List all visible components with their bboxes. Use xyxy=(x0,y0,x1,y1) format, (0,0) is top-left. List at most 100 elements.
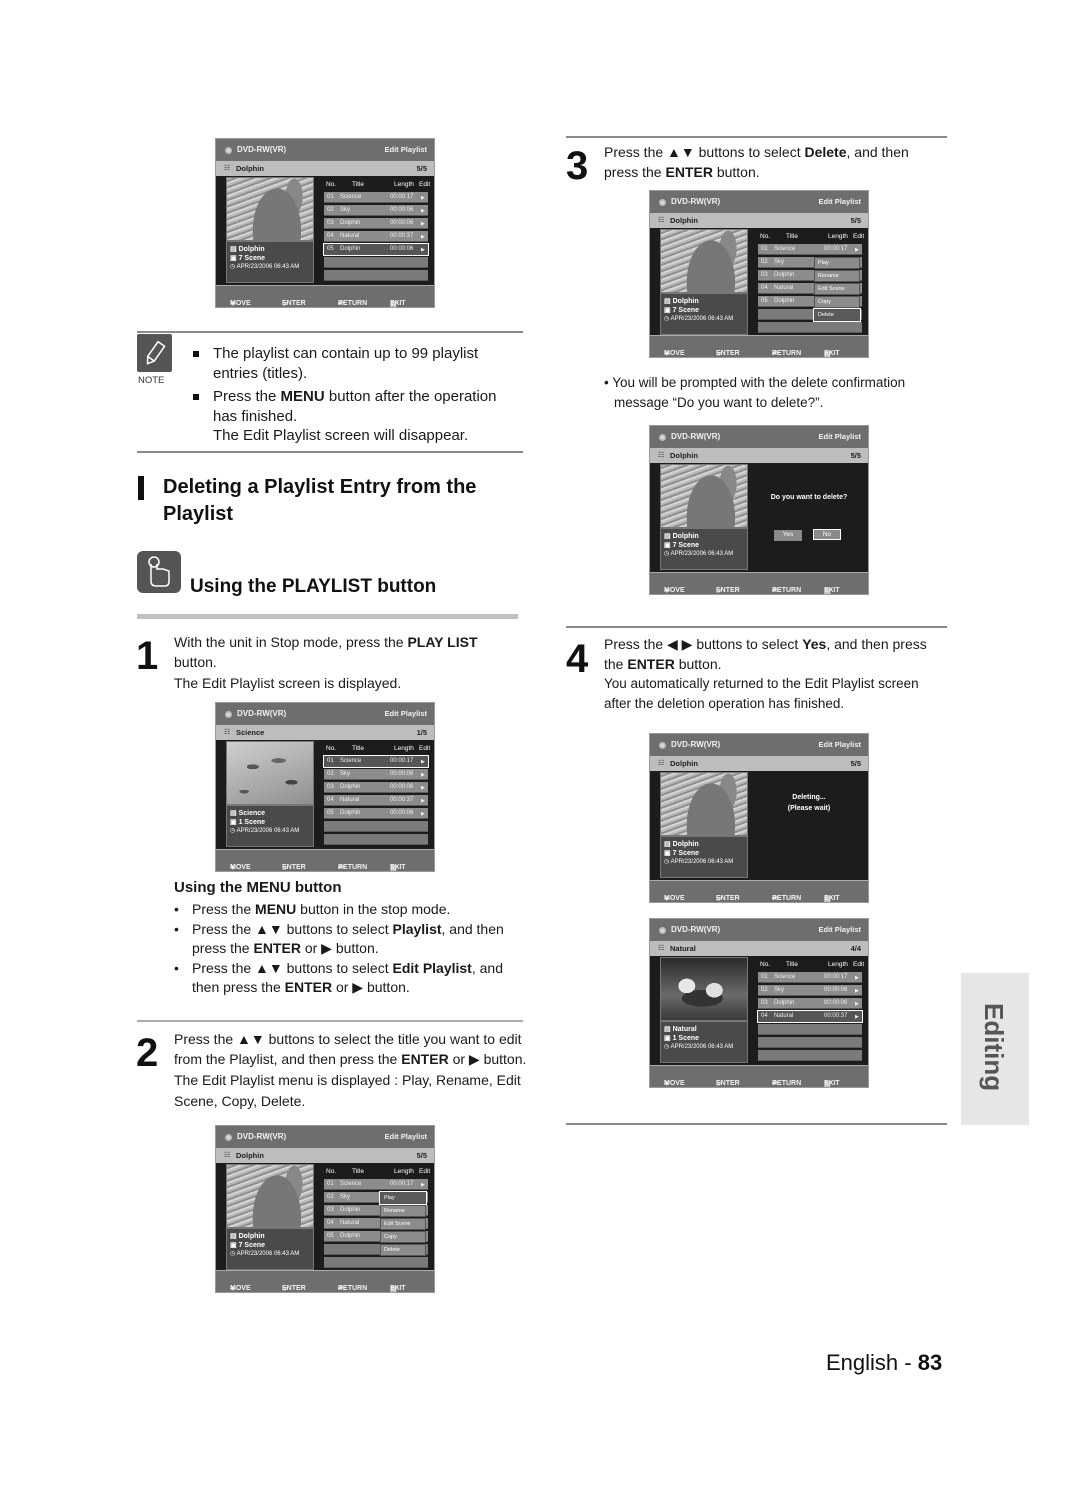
title-thumbnail xyxy=(226,177,314,241)
popup-item[interactable]: Copy xyxy=(380,1231,426,1243)
row-title: Sky xyxy=(340,771,351,777)
table-row[interactable]: 04 Natural 00:00:37 ▶ xyxy=(324,231,428,242)
text: after the deletion operation has finishe… xyxy=(604,695,845,711)
table-row[interactable]: 03 Dolphin 00:00:06 ▶ xyxy=(324,218,428,229)
table-row[interactable]: 01 Science 00:00:17 ▶ xyxy=(324,1179,428,1190)
section-title-bar xyxy=(138,476,144,500)
edit-arrow-icon[interactable]: ▶ xyxy=(421,759,425,765)
table-row[interactable]: 01 Science 00:00:17 ▶ xyxy=(758,244,862,255)
row-no: 01 xyxy=(327,194,334,200)
edit-playlist-screen-step3: DVD-RW(VR) Edit Playlist ☷ Dolphin 5/5 ▤ Dolp… xyxy=(649,190,869,358)
title-count: 5/5 xyxy=(850,216,861,225)
hand-button-icon-box xyxy=(137,551,181,593)
edit-arrow-icon[interactable]: ▶ xyxy=(421,798,425,804)
edit-arrow-icon[interactable]: ▶ xyxy=(855,1014,859,1020)
edit-arrow-icon[interactable]: ▶ xyxy=(421,234,425,240)
row-no: 02 xyxy=(761,987,768,993)
playlist-icon: ☷ xyxy=(224,1152,231,1159)
edit-arrow-icon[interactable]: ▶ xyxy=(421,811,425,817)
edit-arrow-icon[interactable]: ▶ xyxy=(855,1001,859,1007)
table-row[interactable]: 01 Science 00:00:17 ▶ xyxy=(758,972,862,983)
edit-arrow-icon[interactable]: ▶ xyxy=(421,221,425,227)
clock-icon: ◷ xyxy=(664,859,670,865)
row-no: 04 xyxy=(327,797,334,803)
popup-item[interactable]: Rename xyxy=(814,270,860,282)
thumbnail-image xyxy=(227,1165,313,1227)
table-row[interactable]: 03 Dolphin 00:00:06 ▶ xyxy=(324,782,428,793)
col-length: Length xyxy=(828,961,848,968)
edit-arrow-icon[interactable]: ▶ xyxy=(855,247,859,253)
table-row[interactable]: 01 Science 00:00:17 ▶ xyxy=(324,192,428,203)
no-button[interactable]: No xyxy=(813,529,841,540)
table-row[interactable]: 02 Sky 00:00:06 ▶ xyxy=(324,769,428,780)
table-row[interactable]: 04 Natural 00:00:37 ▶ xyxy=(324,795,428,806)
divider xyxy=(566,136,947,138)
text: EXIT xyxy=(390,864,406,871)
edit-arrow-icon[interactable]: ▶ xyxy=(855,975,859,981)
row-no: 01 xyxy=(761,246,768,252)
edit-arrow-icon[interactable]: ▶ xyxy=(421,1182,425,1188)
confirm-message: Do you want to delete? xyxy=(770,494,848,501)
row-no: 03 xyxy=(327,784,334,790)
popup-item[interactable]: Delete xyxy=(380,1244,426,1256)
text: MOVE xyxy=(664,1080,685,1087)
table-row[interactable]: 01 Science 00:00:17 ▶ xyxy=(323,755,429,768)
yes-button[interactable]: Yes xyxy=(774,530,802,541)
table-row[interactable]: 02 Sky 00:00:06 ▶ xyxy=(324,205,428,216)
edit-arrow-icon[interactable]: ▶ xyxy=(855,988,859,994)
row-length: 00:00:06 xyxy=(824,1000,848,1006)
text: button in the stop mode. xyxy=(296,901,451,917)
row-title: Sky xyxy=(340,1194,351,1200)
table-row[interactable]: 05 Dolphin 00:00:06 ▶ xyxy=(323,243,429,256)
text: Press the ▲▼ buttons to select xyxy=(604,144,805,160)
popup-item[interactable]: Edit Scene xyxy=(380,1218,426,1230)
col-length: Length xyxy=(394,745,414,752)
row-title: Dolphin xyxy=(340,1233,361,1239)
popup-item[interactable]: Rename xyxy=(380,1205,426,1217)
text: You automatically returned to the Edit P… xyxy=(604,676,919,691)
edit-arrow-icon[interactable]: ▶ xyxy=(421,208,425,214)
edit-arrow-icon[interactable]: ▶ xyxy=(421,195,425,201)
table-row[interactable]: 03 Dolphin 00:00:06 ▶ xyxy=(758,998,862,1009)
screen-mode: Edit Playlist xyxy=(818,432,861,441)
text-bold: Delete xyxy=(804,144,847,160)
info-scene: 7 Scene xyxy=(672,850,700,857)
table-row[interactable]: 04 Natural 00:00:37 ▶ xyxy=(757,1010,863,1023)
text: from the Playlist, and then press the xyxy=(174,1050,402,1067)
text: press the xyxy=(192,940,254,956)
row-title: Dolphin xyxy=(340,784,361,790)
text-bold: ENTER xyxy=(401,1050,449,1067)
disc-type: DVD-RW(VR) xyxy=(237,145,287,154)
popup-item[interactable]: Edit Scene xyxy=(814,283,860,295)
row-no: 03 xyxy=(761,1000,768,1006)
table-row[interactable]: 02 Sky 00:00:06 ▶ xyxy=(758,985,862,996)
popup-item[interactable]: Delete xyxy=(813,308,861,322)
row-title: Sky xyxy=(774,987,785,993)
title-info: ▤ Science ▣ 1 Scene ◷ APR/23/2006 06:43 AM xyxy=(226,805,314,847)
row-title: Natural xyxy=(774,1013,794,1019)
disc-icon xyxy=(659,742,666,749)
row-length: 00:00:06 xyxy=(390,207,414,213)
text: button. xyxy=(174,653,217,670)
popup-item[interactable]: Play xyxy=(379,1191,427,1205)
edit-arrow-icon[interactable]: ▶ xyxy=(421,247,425,253)
edit-arrow-icon[interactable]: ▶ xyxy=(421,772,425,778)
row-no: 01 xyxy=(327,758,334,764)
text: , and then press xyxy=(826,636,927,652)
popup-item[interactable]: Play xyxy=(814,257,860,269)
col-length: Length xyxy=(828,233,848,240)
table-row[interactable]: 05 Dolphin 00:00:06 ▶ xyxy=(324,808,428,819)
popup-item[interactable]: Copy xyxy=(814,296,860,308)
disc-type: DVD-RW(VR) xyxy=(671,740,721,749)
clock-icon: ◷ xyxy=(230,264,236,270)
row-title: Dolphin xyxy=(340,810,361,816)
title-thumbnail xyxy=(660,464,748,528)
playlist-table: No. Title Length Edit 01 Science 00:00:17 ▶ 02 Sk… xyxy=(323,179,430,283)
scene-icon: ▣ xyxy=(230,1242,237,1249)
col-edit: Edit xyxy=(419,1168,431,1175)
step-number-1: 1 xyxy=(136,634,159,678)
screen-header: DVD-RW(VR) Edit Playlist xyxy=(650,919,868,941)
edit-arrow-icon[interactable]: ▶ xyxy=(421,785,425,791)
text: ENTER xyxy=(282,1285,306,1292)
clock-icon: ◷ xyxy=(230,1251,236,1257)
